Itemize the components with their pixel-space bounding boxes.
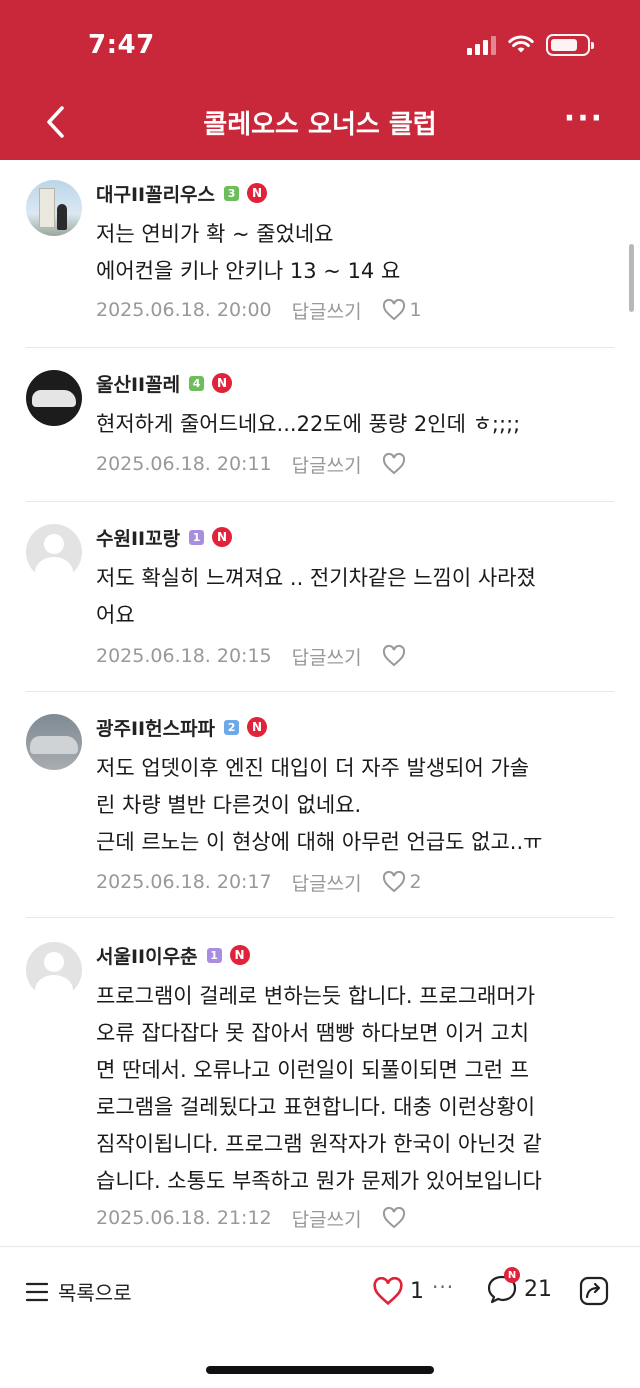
like-button[interactable]: 2	[382, 871, 422, 893]
like-button[interactable]	[382, 645, 410, 667]
signal-icon	[467, 35, 496, 55]
comment-item: 광주II헌스파파 2 N 저도 업뎃이후 엔진 대입이 더 자주 발생되어 가솔…	[0, 692, 640, 918]
comment-line: 저도 업뎃이후 엔진 대입이 더 자주 발생되어 가솔	[96, 756, 530, 780]
author-nickname[interactable]: 수원II꼬랑	[96, 524, 180, 551]
menu-icon	[26, 1282, 48, 1301]
level-badge: 2	[224, 719, 240, 735]
reply-button[interactable]: 답글쓰기	[292, 869, 362, 896]
comment-item: 대구II꼴리우스 3 N 저는 연비가 확 ~ 줄었네요 에어컨을 키나 안키나…	[0, 160, 640, 348]
reply-button[interactable]: 답글쓰기	[292, 1205, 362, 1232]
like-count: 2	[409, 871, 422, 893]
comment-meta: 2025.06.18. 20:00 답글쓰기 1	[96, 296, 422, 324]
comment-date: 2025.06.18. 20:15	[96, 645, 272, 667]
author-nickname[interactable]: 서울II이우춘	[96, 942, 198, 969]
comment-line: 저도 확실히 느껴져요 .. 전기차같은 느낌이 사라졌	[96, 566, 536, 590]
comment-line: 면 딴데서. 오류나고 이런일이 되풀이되면 그런 프	[96, 1058, 530, 1082]
page-title: 콜레오스 오너스 클럽	[203, 110, 437, 140]
comment-body: 현저하게 줄어드네요...22도에 풍량 2인데 ㅎ;;;;	[96, 406, 616, 443]
comment-line: 린 차량 별반 다른것이 없네요.	[96, 793, 362, 817]
battery-icon	[546, 34, 594, 56]
like-button[interactable]	[382, 1207, 410, 1229]
heart-icon	[382, 453, 405, 475]
comment-count-button[interactable]: N 21	[486, 1267, 552, 1305]
avatar[interactable]	[26, 714, 82, 770]
share-button[interactable]	[578, 1275, 610, 1311]
comment-meta: 2025.06.18. 20:17 답글쓰기 2	[96, 868, 422, 896]
heart-icon	[373, 1277, 403, 1306]
comment-author-row: 서울II이우춘 1 N	[96, 942, 250, 968]
level-badge: 3	[224, 185, 240, 201]
level-badge: 1	[189, 529, 205, 545]
comment-author-row: 수원II꼬랑 1 N	[96, 524, 233, 551]
more-options-button[interactable]: ···	[564, 104, 604, 134]
like-more-button[interactable]: ···	[432, 1275, 454, 1299]
new-badge: N	[212, 527, 233, 547]
comment-line: 에어컨을 키나 안키나 13 ~ 14 요	[96, 259, 401, 283]
comment-date: 2025.06.18. 20:00	[96, 299, 272, 321]
heart-icon	[382, 1207, 405, 1229]
comment-line: 현저하게 줄어드네요...22도에 풍량 2인데 ㅎ;;;;	[96, 412, 521, 436]
reply-button[interactable]: 답글쓰기	[292, 297, 362, 324]
heart-icon	[382, 299, 405, 321]
app-header: 7:47 콜레오스 오너스 클럽 ···	[0, 0, 640, 160]
share-icon	[579, 1276, 609, 1306]
comment-line: 어요	[96, 603, 135, 627]
comment-item: 울산II꼴레 4 N 현저하게 줄어드네요...22도에 풍량 2인데 ㅎ;;;…	[0, 348, 640, 502]
comment-meta: 2025.06.18. 20:11 답글쓰기	[96, 450, 410, 478]
new-badge: N	[247, 717, 268, 737]
new-badge: N	[212, 373, 233, 393]
home-indicator[interactable]	[206, 1366, 434, 1374]
status-time: 7:47	[88, 30, 155, 60]
author-nickname[interactable]: 대구II꼴리우스	[96, 180, 215, 207]
comment-item: 수원II꼬랑 1 N 저도 확실히 느껴져요 .. 전기차같은 느낌이 사라졌 …	[0, 502, 640, 692]
comment-author-row: 울산II꼴레 4 N	[96, 370, 233, 397]
wifi-icon	[508, 35, 534, 53]
comment-author-row: 대구II꼴리우스 3 N	[96, 180, 268, 207]
comment-body: 저도 확실히 느껴져요 .. 전기차같은 느낌이 사라졌 어요	[96, 560, 616, 634]
comment-author-row: 광주II헌스파파 2 N	[96, 714, 268, 741]
comment-line: 저는 연비가 확 ~ 줄었네요	[96, 222, 334, 246]
like-count: 1	[409, 299, 422, 321]
status-icons	[467, 34, 594, 56]
comment-body: 프로그램이 걸레로 변하는듯 합니다. 프로그래머가 오류 잡다잡다 못 잡아서…	[96, 978, 616, 1200]
comment-line: 근데 르노는 이 현상에 대해 아무런 언급도 없고..ㅠ	[96, 830, 543, 854]
avatar[interactable]	[26, 180, 82, 236]
comment-count: 21	[524, 1276, 552, 1302]
new-badge: N	[229, 945, 250, 965]
avatar[interactable]	[26, 942, 82, 998]
level-badge: 1	[206, 947, 222, 963]
comment-date: 2025.06.18. 20:11	[96, 453, 272, 475]
comment-icon-wrap: N	[486, 1267, 520, 1305]
comment-date: 2025.06.18. 21:12	[96, 1207, 272, 1229]
heart-icon	[382, 645, 405, 667]
avatar[interactable]	[26, 524, 82, 580]
back-to-list-button[interactable]: 목록으로	[26, 1277, 132, 1306]
author-nickname[interactable]: 울산II꼴레	[96, 370, 180, 397]
reply-button[interactable]: 답글쓰기	[292, 451, 362, 478]
heart-icon	[382, 871, 405, 893]
new-badge: N	[247, 183, 268, 203]
like-button[interactable]: 1	[382, 299, 422, 321]
comment-item: 서울II이우춘 1 N 프로그램이 걸레로 변하는듯 합니다. 프로그래머가 오…	[0, 918, 640, 1246]
post-like-button[interactable]: 1	[372, 1277, 424, 1306]
comment-line: 프로그램이 걸레로 변하는듯 합니다. 프로그래머가	[96, 984, 536, 1008]
comment-line: 습니다. 소통도 부족하고 뭔가 문제가 있어보입니다	[96, 1169, 542, 1193]
comment-line: 짐작이됩니다. 프로그램 원작자가 한국이 아닌것 같	[96, 1132, 542, 1156]
post-like-count: 1	[410, 1279, 424, 1304]
comment-meta: 2025.06.18. 21:12 답글쓰기	[96, 1204, 410, 1232]
comment-body: 저는 연비가 확 ~ 줄었네요 에어컨을 키나 안키나 13 ~ 14 요	[96, 216, 616, 290]
avatar[interactable]	[26, 370, 82, 426]
reply-button[interactable]: 답글쓰기	[292, 643, 362, 670]
comment-body: 저도 업뎃이후 엔진 대입이 더 자주 발생되어 가솔 린 차량 별반 다른것이…	[96, 750, 616, 861]
comment-line: 로그램을 걸레됬다고 표현합니다. 대충 이런상황이	[96, 1095, 536, 1119]
list-label: 목록으로	[58, 1281, 132, 1305]
comment-date: 2025.06.18. 20:17	[96, 871, 272, 893]
author-nickname[interactable]: 광주II헌스파파	[96, 714, 215, 741]
level-badge: 4	[189, 375, 205, 391]
new-comment-badge: N	[504, 1267, 520, 1283]
comment-meta: 2025.06.18. 20:15 답글쓰기	[96, 642, 410, 670]
comment-line: 오류 잡다잡다 못 잡아서 땜빵 하다보면 이거 고치	[96, 1021, 530, 1045]
like-button[interactable]	[382, 453, 410, 475]
